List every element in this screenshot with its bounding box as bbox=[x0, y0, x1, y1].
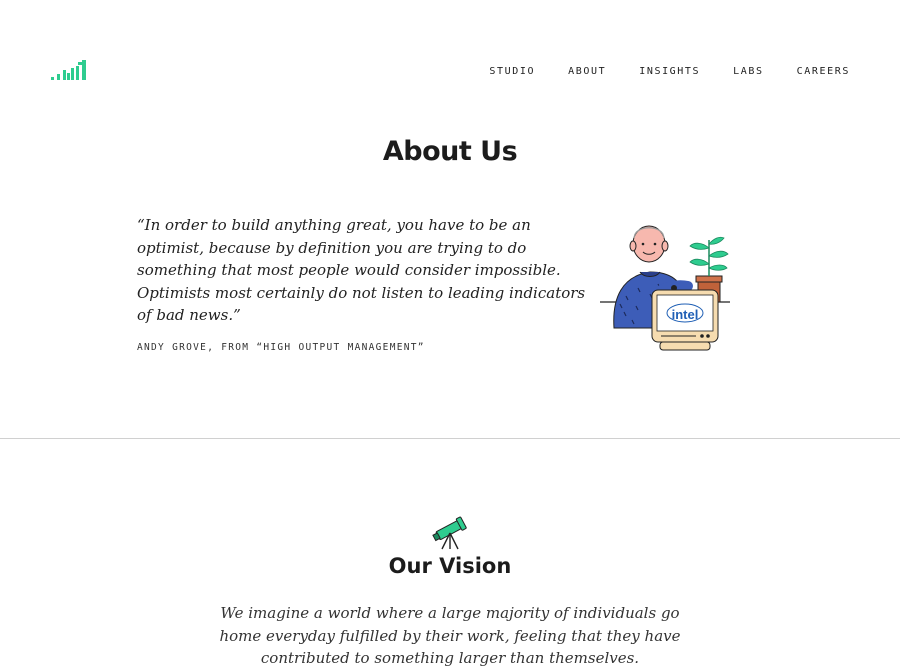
quote-text: “In order to build anything great, you h… bbox=[137, 216, 586, 324]
telescope-icon bbox=[432, 516, 467, 550]
vision-text: We imagine a world where a large majorit… bbox=[219, 604, 681, 667]
person-with-computer-illustration: intel bbox=[600, 225, 730, 351]
main-nav: STUDIO ABOUT INSIGHTS LABS CAREERS bbox=[489, 66, 850, 77]
vision-title: Our Vision bbox=[388, 554, 512, 578]
nav-labs[interactable]: LABS bbox=[733, 66, 763, 77]
section-divider bbox=[0, 438, 900, 439]
nav-studio[interactable]: STUDIO bbox=[489, 66, 535, 77]
company-logo[interactable] bbox=[50, 56, 90, 86]
nav-careers[interactable]: CAREERS bbox=[797, 66, 850, 77]
nav-insights[interactable]: INSIGHTS bbox=[639, 66, 700, 77]
quote-source: ANDY GROVE, FROM “HIGH OUTPUT MANAGEMENT… bbox=[137, 342, 425, 353]
logo-bars-icon bbox=[51, 60, 86, 80]
nav-about[interactable]: ABOUT bbox=[568, 66, 606, 77]
intel-label: intel bbox=[672, 307, 699, 322]
page-title: About Us bbox=[382, 136, 518, 167]
